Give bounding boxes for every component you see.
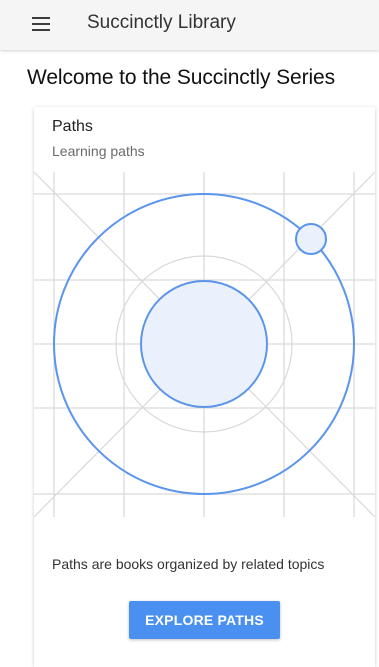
hamburger-menu-icon[interactable] <box>32 17 50 31</box>
learning-paths-illustration-icon <box>34 172 375 517</box>
app-title: Succinctly Library <box>87 12 236 33</box>
page-title: Welcome to the Succinctly Series <box>27 66 336 89</box>
explore-paths-button[interactable]: EXPLORE PATHS <box>129 601 280 639</box>
card-title: Paths <box>52 118 93 135</box>
card-description: Paths are books organized by related top… <box>52 556 325 572</box>
app-toolbar: Succinctly Library <box>0 0 379 50</box>
paths-card: Paths Learning paths Paths are books org… <box>34 107 375 667</box>
card-subtitle: Learning paths <box>52 143 145 159</box>
